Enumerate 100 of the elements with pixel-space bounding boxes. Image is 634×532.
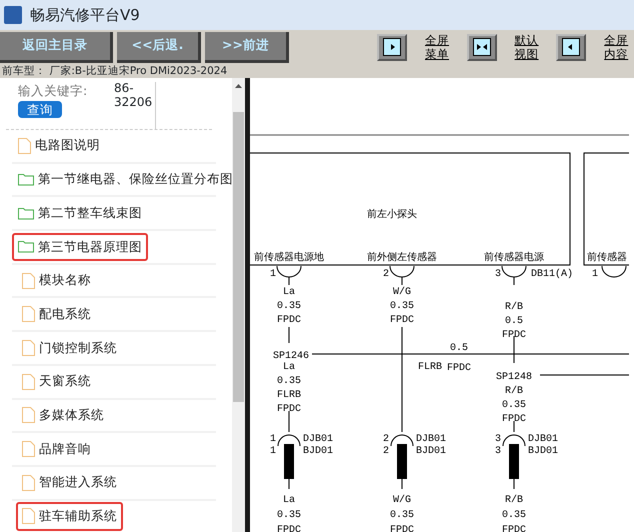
tree-item[interactable]: 天窗系统 xyxy=(16,367,97,396)
document-icon xyxy=(22,306,35,322)
pin-number: 1 xyxy=(270,446,276,457)
view-link[interactable]: 默认视图 xyxy=(512,32,540,62)
vehicle-info: 前车型： 厂家:B-比亚迪宋Pro DMi2023-2024 xyxy=(0,64,634,78)
pin-socket xyxy=(502,266,526,286)
pin-number: 1 xyxy=(270,434,276,445)
inline-connector xyxy=(509,444,519,479)
wire-line xyxy=(288,410,290,432)
pin-label: 前传感器 xyxy=(587,252,627,263)
pin-number: 1 xyxy=(592,269,598,280)
wire-spec: 0.35 xyxy=(277,301,301,312)
document-icon xyxy=(22,374,35,390)
pin-label: 前外侧左传感器 xyxy=(367,252,437,263)
app-icon xyxy=(4,6,22,24)
wire-spec: 0.5 xyxy=(450,343,468,354)
pin-number: 3 xyxy=(495,446,501,457)
wire-line xyxy=(288,478,290,490)
connector-id: BJD01 xyxy=(416,446,446,457)
wire-spec: 0.35 xyxy=(502,400,526,411)
inline-connector xyxy=(284,444,294,479)
tree-item[interactable]: 多媒体系统 xyxy=(16,400,110,430)
connector-id: DB11(A) xyxy=(531,269,574,280)
connector-cap xyxy=(278,434,300,446)
splice-id: SP1248 xyxy=(496,372,532,383)
wire-spec: R/B xyxy=(505,495,523,506)
connector-id: DJB01 xyxy=(303,434,334,445)
wire-spec: FPDC xyxy=(390,315,414,326)
search-button[interactable]: 查询 xyxy=(18,100,62,118)
tree-item[interactable]: 第三节电器原理图 xyxy=(12,232,148,262)
tree-item[interactable]: 智能进入系统 xyxy=(16,468,123,498)
connector-id: BJD01 xyxy=(528,446,558,457)
splice-id: SP1246 xyxy=(273,351,309,362)
tree-item[interactable]: 驻车辅助系统 xyxy=(16,502,123,531)
connector-cap xyxy=(390,434,414,446)
document-icon xyxy=(22,272,35,289)
wire-spec: W/G xyxy=(393,495,411,506)
tree-item[interactable]: 第一节继电器、保险丝位置分布图 xyxy=(12,165,237,194)
pin-number: 3 xyxy=(495,434,501,445)
wire-spec: La xyxy=(283,287,295,298)
inline-connector xyxy=(397,444,407,479)
wire-spec: FPDC xyxy=(502,525,526,532)
folder-icon xyxy=(18,240,34,254)
document-icon xyxy=(22,441,35,458)
scrollbar[interactable] xyxy=(232,78,245,532)
wire-spec: FPDC xyxy=(502,330,526,341)
tree-item[interactable]: 第二节整车线束图 xyxy=(12,198,148,228)
view-link[interactable]: 全屏菜单 xyxy=(423,32,451,62)
wire-spec: W/G xyxy=(393,287,411,298)
connector-id: DJB01 xyxy=(416,434,446,445)
wire-spec: 0.35 xyxy=(277,376,301,387)
pin-number: 2 xyxy=(383,446,389,457)
pin-socket xyxy=(276,266,302,286)
wire-spec: 0.35 xyxy=(502,510,526,521)
wire-spec: FPDC xyxy=(447,363,471,374)
document-icon xyxy=(18,138,31,154)
folder-icon xyxy=(18,206,34,220)
wire-spec: La xyxy=(283,495,295,506)
view-toggle-button[interactable] xyxy=(556,34,586,60)
wire-spec: La xyxy=(283,362,295,373)
folder-icon xyxy=(18,173,34,186)
view-link[interactable]: 全屏内容 xyxy=(602,32,630,62)
wire-line xyxy=(288,326,290,344)
connector-id: BJD01 xyxy=(303,446,334,457)
pin-number: 1 xyxy=(270,269,276,280)
wire-spec: FPDC xyxy=(502,414,526,425)
tree-item[interactable]: 电路图说明 xyxy=(12,131,106,160)
document-icon xyxy=(22,508,35,524)
wire-spec: R/B xyxy=(505,302,523,313)
pin-number: 2 xyxy=(383,269,389,280)
pin-number: 3 xyxy=(495,269,501,280)
document-icon xyxy=(22,474,35,491)
view-toggle-button[interactable] xyxy=(466,34,497,60)
document-icon xyxy=(22,407,35,424)
pin-socket xyxy=(602,266,626,278)
connector-cap xyxy=(502,434,526,446)
tree-item[interactable]: 门锁控制系统 xyxy=(16,334,123,362)
wire-spec: 0.5 xyxy=(505,316,523,327)
connector-id: DJB01 xyxy=(528,434,558,445)
wire-spec: FPDC xyxy=(390,525,414,532)
pin-number: 2 xyxy=(383,434,389,445)
wire-spec: FLRB xyxy=(277,390,301,401)
tree-item[interactable]: 模块名称 xyxy=(16,266,97,295)
document-icon xyxy=(22,340,35,356)
pin-socket xyxy=(390,266,414,286)
pin-label: 前传感器电源地 xyxy=(254,252,324,263)
view-toggle-button[interactable] xyxy=(377,34,408,60)
module-name: 前左小探头 xyxy=(367,209,417,220)
keyword-label: 输入关键字: xyxy=(18,82,88,100)
wire-spec: FLRB xyxy=(418,362,442,373)
wire-spec: FPDC xyxy=(277,315,301,326)
wire-spec: 0.35 xyxy=(390,301,414,312)
tree-item[interactable]: 品牌音响 xyxy=(16,434,97,464)
tree-item[interactable]: 配电系统 xyxy=(16,300,97,329)
keyword-field[interactable]: 86-32206 xyxy=(114,82,156,129)
window-title: 畅易汽修平台V9 xyxy=(30,4,140,26)
wire-spec: 0.35 xyxy=(277,510,301,521)
wire-spec: 0.35 xyxy=(390,510,414,521)
wire-spec: FPDC xyxy=(277,404,301,415)
pin-label: 前传感器电源 xyxy=(484,252,544,263)
